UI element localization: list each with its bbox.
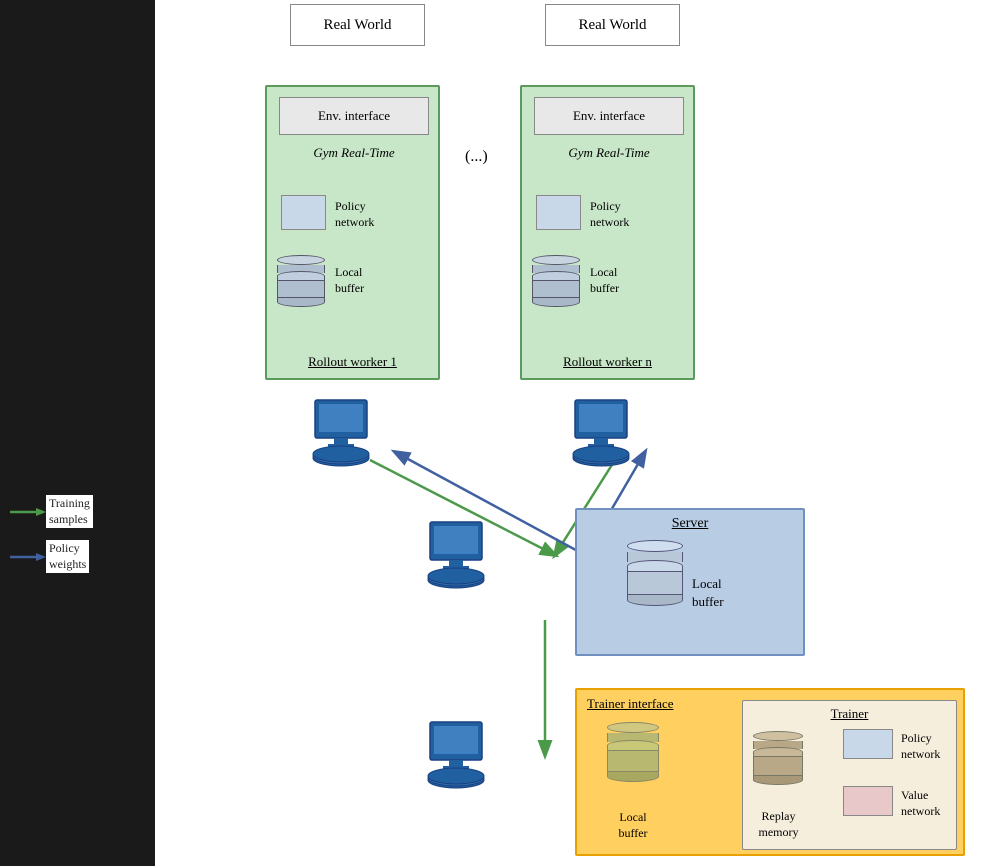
- trainer-interface-label: Trainer interface: [587, 696, 674, 712]
- env-interface-2: Env. interface: [534, 97, 684, 135]
- trainer-buffer-label: Localbuffer: [607, 810, 659, 841]
- worker-n-box: Env. interface Gym Real-Time Policynetwo…: [520, 85, 695, 380]
- real-world-box-1: Real World: [290, 4, 425, 46]
- server-buffer-icon: [627, 540, 683, 606]
- local-buffer-label-1: Localbuffer: [335, 265, 364, 296]
- policy-net-icon-2: [536, 195, 581, 230]
- diagram-area: Real World Real World (...) Env. interfa…: [155, 0, 1000, 866]
- computer-icon-4: [425, 720, 505, 800]
- replay-memory-label: Replaymemory: [751, 809, 806, 840]
- computer-icon-2: [570, 398, 650, 478]
- policy-weights-label: Policyweights: [46, 540, 89, 573]
- replay-memory-icon: [753, 731, 803, 785]
- computer-icon-3: [425, 520, 505, 600]
- server-buffer-label: Localbuffer: [692, 575, 724, 611]
- gym-label-1: Gym Real-Time: [279, 145, 429, 161]
- worker-n-label: Rollout worker n: [522, 354, 693, 370]
- real-world-label-1: Real World: [323, 17, 391, 34]
- ellipsis-label: (...): [465, 148, 488, 166]
- legend-training: Trainingsamples: [10, 495, 93, 528]
- trainer-interface-box: Trainer interface Localbuffer Trainer: [575, 688, 965, 856]
- blue-arrow-icon: [10, 550, 46, 564]
- trainer-label: Trainer: [743, 706, 956, 722]
- env-interface-1: Env. interface: [279, 97, 429, 135]
- local-buffer-icon-1: [277, 255, 325, 307]
- real-world-label-2: Real World: [578, 17, 646, 34]
- policy-net-icon-1: [281, 195, 326, 230]
- trainer-policy-icon: [843, 729, 893, 759]
- trainer-value-icon: [843, 786, 893, 816]
- legend-policy: Policyweights: [10, 540, 93, 573]
- trainer-buffer-icon: [607, 722, 659, 782]
- server-label: Server: [577, 516, 803, 532]
- worker-1-label: Rollout worker 1: [267, 354, 438, 370]
- local-buffer-label-2: Localbuffer: [590, 265, 619, 296]
- gym-label-2: Gym Real-Time: [534, 145, 684, 161]
- real-world-box-2: Real World: [545, 4, 680, 46]
- policy-net-label-1: Policynetwork: [335, 199, 374, 230]
- server-box: Server Localbuffer: [575, 508, 805, 656]
- green-arrow-icon: [10, 505, 46, 519]
- local-buffer-icon-2: [532, 255, 580, 307]
- trainer-inner-box: Trainer Replaymemory Policynetwork Value…: [742, 700, 957, 850]
- worker-1-box: Env. interface Gym Real-Time Policynetwo…: [265, 85, 440, 380]
- legend: Trainingsamples Policyweights: [5, 490, 98, 578]
- training-samples-label: Trainingsamples: [46, 495, 93, 528]
- trainer-value-label: Valuenetwork: [901, 788, 940, 819]
- policy-net-label-2: Policynetwork: [590, 199, 629, 230]
- trainer-policy-label: Policynetwork: [901, 731, 940, 762]
- computer-icon-1: [310, 398, 390, 478]
